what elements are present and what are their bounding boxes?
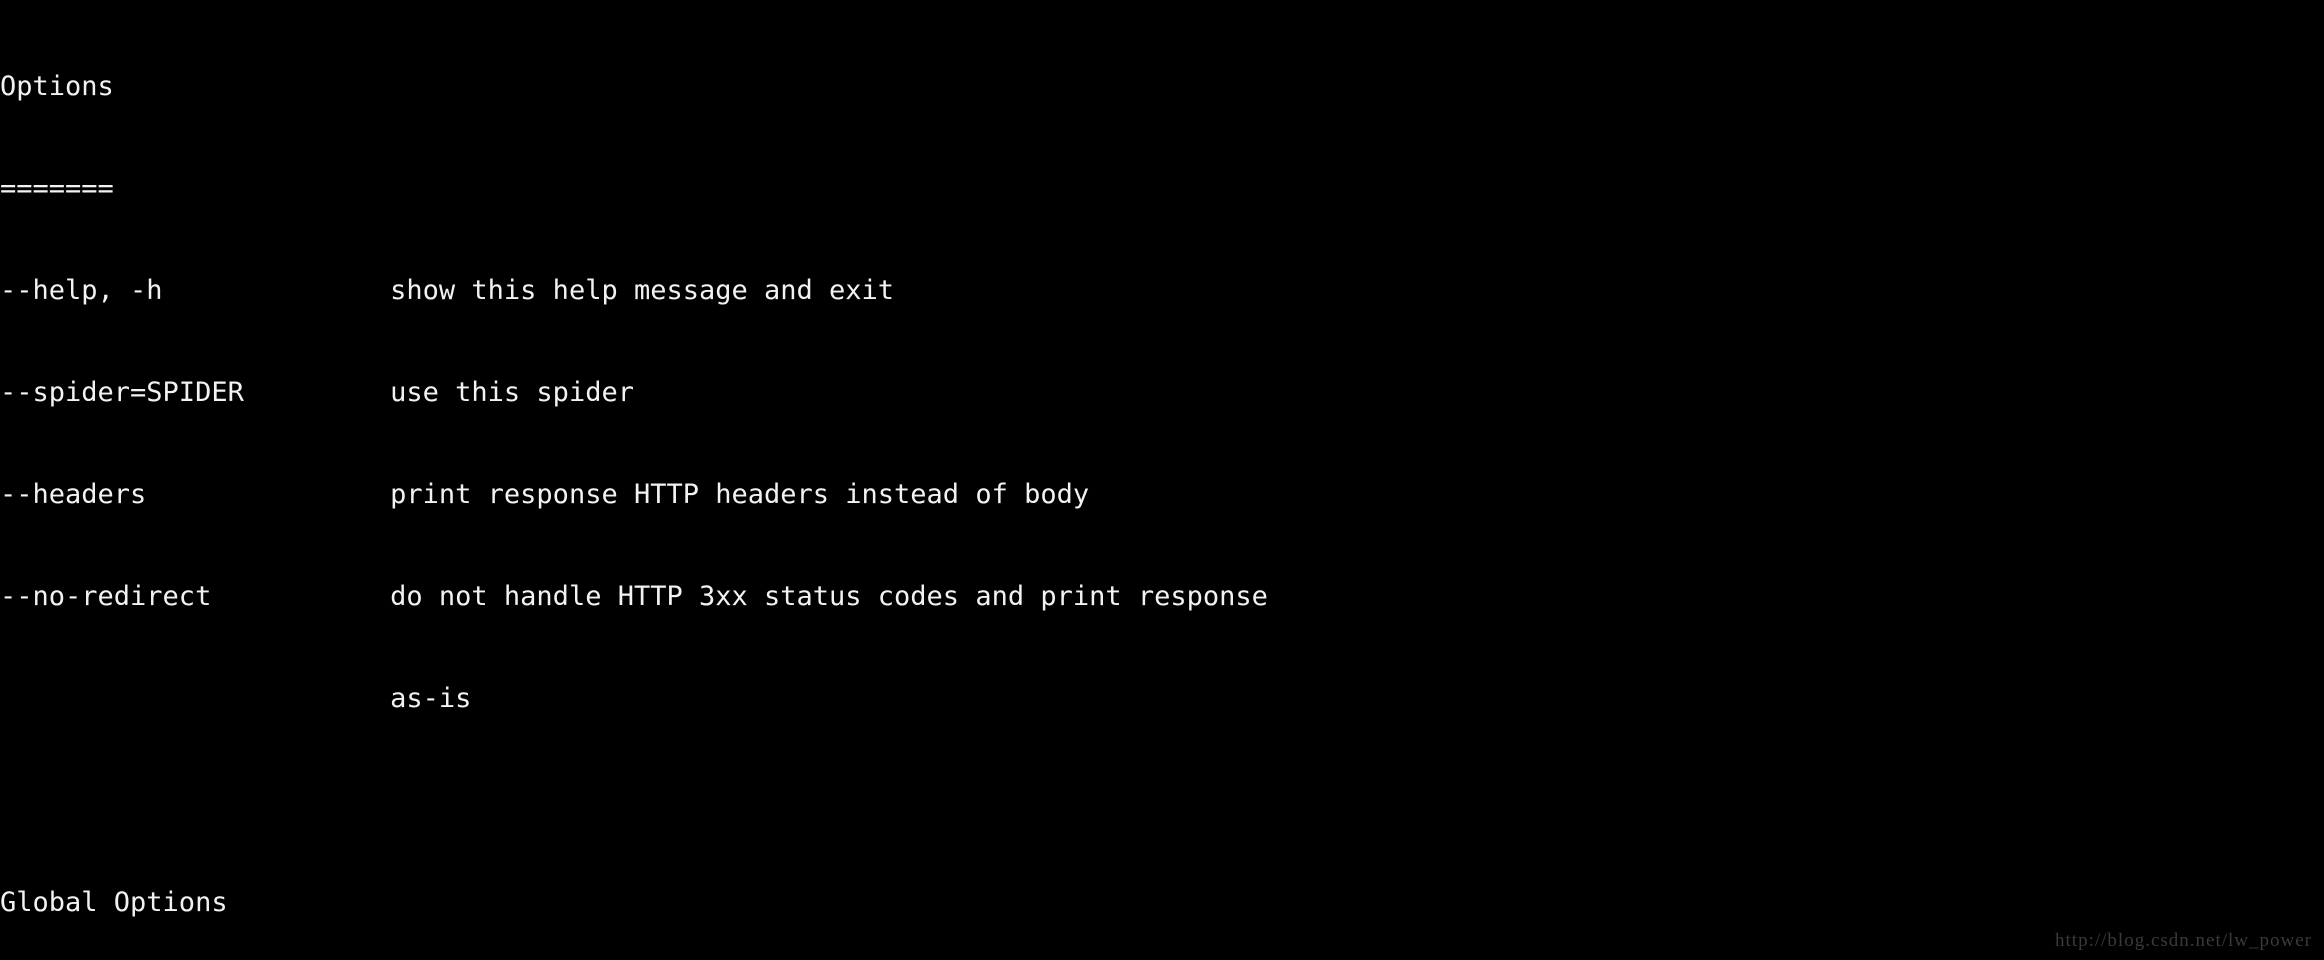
terminal-output: Options ======= --help, -h show this hel…: [0, 2, 1268, 960]
terminal-line: --headers print response HTTP headers in…: [0, 479, 1090, 510]
terminal-line: --no-redirect do not handle HTTP 3xx sta…: [0, 581, 1268, 612]
terminal-window[interactable]: Options ======= --help, -h show this hel…: [0, 0, 2324, 960]
terminal-line: --spider=SPIDER use this spider: [0, 377, 634, 408]
terminal-line: Global Options: [0, 887, 228, 918]
terminal-line: =======: [0, 173, 114, 204]
terminal-line: as-is: [0, 683, 472, 714]
terminal-line: --help, -h show this help message and ex…: [0, 275, 895, 306]
terminal-line: Options: [0, 71, 114, 102]
watermark-text: http://blog.csdn.net/lw_power: [2055, 930, 2312, 951]
